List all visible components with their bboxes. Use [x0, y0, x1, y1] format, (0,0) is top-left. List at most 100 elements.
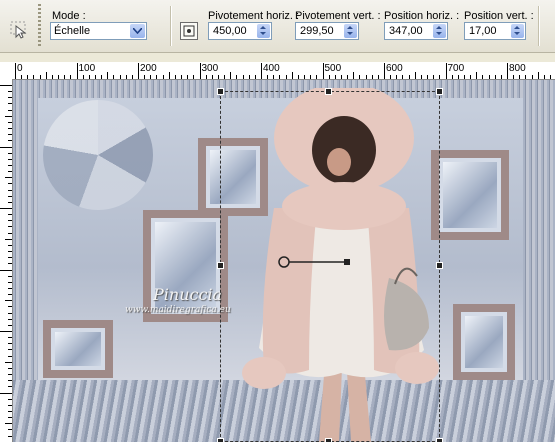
ruler-tick: [15, 63, 16, 79]
ruler-tick: [334, 75, 336, 79]
corner-handle[interactable]: [217, 438, 224, 442]
ruler-corner: [0, 62, 12, 80]
spin-down-icon[interactable]: [514, 32, 520, 35]
position-vertical-value: 17,00: [469, 25, 497, 37]
ruler-tick: [94, 75, 96, 79]
spin-up-icon[interactable]: [260, 26, 266, 29]
ruler-tick: [507, 63, 508, 79]
ruler-tick: [500, 75, 502, 79]
ruler-tick: [8, 128, 12, 130]
ruler-tick: [8, 306, 12, 308]
ruler-tick: [131, 75, 133, 79]
position-horizontal-spinner[interactable]: [433, 24, 446, 38]
rotation-horizontal-label: Pivotement horiz. :: [208, 10, 300, 22]
ruler-tick: [8, 244, 12, 246]
edge-handle[interactable]: [217, 262, 224, 269]
ruler-tick: [76, 63, 78, 79]
ruler-tick: [8, 349, 12, 351]
ruler-tick: [427, 75, 429, 79]
ruler-tick: [211, 75, 213, 79]
vertical-ruler[interactable]: [0, 79, 13, 442]
ruler-tick: [8, 380, 12, 382]
ruler-tick: [470, 75, 472, 79]
ruler-tick: [8, 398, 12, 400]
toolbar-grip[interactable]: [38, 4, 41, 48]
rotation-vertical-spinner[interactable]: [344, 24, 357, 38]
position-horizontal-input[interactable]: 347,00: [384, 22, 448, 40]
ruler-tick: [328, 75, 330, 79]
spin-down-icon[interactable]: [347, 32, 353, 35]
mode-dropdown[interactable]: Échelle: [50, 22, 147, 40]
ruler-tick: [144, 75, 146, 79]
pick-tool-icon[interactable]: [8, 18, 30, 40]
ruler-tick: [236, 75, 238, 79]
ruler-tick: [8, 386, 12, 388]
horizontal-ruler[interactable]: 0 100 200 300 400 500 600 700 800: [12, 62, 555, 80]
edge-handle[interactable]: [325, 88, 332, 95]
rotation-horizontal-value: 450,00: [213, 25, 247, 37]
ruler-tick: [550, 75, 552, 79]
deformation-bounding-box[interactable]: [217, 88, 443, 442]
ruler-tick: [8, 404, 12, 406]
ruler-tick: [8, 337, 12, 339]
ruler-tick: [162, 75, 164, 79]
corner-handle[interactable]: [217, 88, 224, 95]
ruler-tick: [174, 75, 176, 79]
ruler-tick: [119, 75, 121, 79]
ruler-tick: [58, 75, 60, 79]
ruler-tick: [224, 75, 226, 79]
ruler-tick: [205, 75, 207, 79]
mode-value: Échelle: [54, 25, 91, 37]
ruler-tick: [420, 75, 422, 79]
ruler-tick: [0, 208, 12, 209]
ruler-tick: [396, 75, 398, 79]
rotation-horizontal-spinner[interactable]: [257, 24, 270, 38]
rotation-pivot-handle[interactable]: [276, 252, 356, 272]
image-canvas[interactable]: Pinuccia www.maidiregrafica.eu: [13, 80, 555, 442]
toolbar-separator: [538, 6, 540, 46]
spin-up-icon[interactable]: [514, 26, 520, 29]
ruler-tick: [439, 75, 441, 79]
ruler-tick: [8, 171, 12, 173]
ruler-tick: [463, 75, 465, 79]
corner-handle[interactable]: [436, 88, 443, 95]
spin-down-icon[interactable]: [260, 32, 266, 35]
position-vertical-spinner[interactable]: [511, 24, 524, 38]
ruler-tick: [433, 75, 435, 79]
ruler-tick: [8, 195, 12, 197]
ruler-tick: [8, 140, 12, 142]
edge-handle[interactable]: [436, 262, 443, 269]
ruler-tick: [5, 361, 12, 363]
position-vertical-input[interactable]: 17,00: [464, 22, 526, 40]
center-rotation-icon[interactable]: [180, 22, 198, 40]
ruler-tick: [8, 183, 12, 185]
rotation-horizontal-input[interactable]: 450,00: [208, 22, 272, 40]
decorative-frame: [43, 320, 113, 378]
spin-down-icon[interactable]: [436, 32, 442, 35]
tool-options-toolbar: Mode : Échelle Pivotement horiz. : 450,0…: [0, 0, 555, 53]
ruler-tick: [359, 75, 361, 79]
spin-up-icon[interactable]: [436, 26, 442, 29]
corner-handle[interactable]: [436, 438, 443, 442]
ruler-tick: [193, 75, 195, 79]
ruler-tick: [340, 75, 342, 79]
ruler-tick: [8, 435, 12, 437]
ruler-tick: [27, 75, 29, 79]
ruler-tick: [150, 75, 152, 79]
ruler-tick: [33, 75, 35, 79]
ruler-tick: [494, 75, 496, 79]
edge-handle[interactable]: [325, 438, 332, 442]
rotation-vertical-input[interactable]: 299,50: [295, 22, 359, 40]
ruler-tick: [5, 238, 12, 240]
dropdown-arrow-icon[interactable]: [130, 24, 145, 38]
ruler-tick: [482, 75, 484, 79]
spin-up-icon[interactable]: [347, 26, 353, 29]
ruler-tick: [217, 75, 219, 79]
ruler-tick: [248, 75, 250, 79]
ruler-tick: [8, 109, 12, 111]
ruler-tick: [537, 72, 539, 79]
ruler-tick: [316, 75, 318, 79]
ruler-tick: [8, 355, 12, 357]
ruler-tick: [8, 201, 12, 203]
ruler-tick: [113, 75, 115, 79]
